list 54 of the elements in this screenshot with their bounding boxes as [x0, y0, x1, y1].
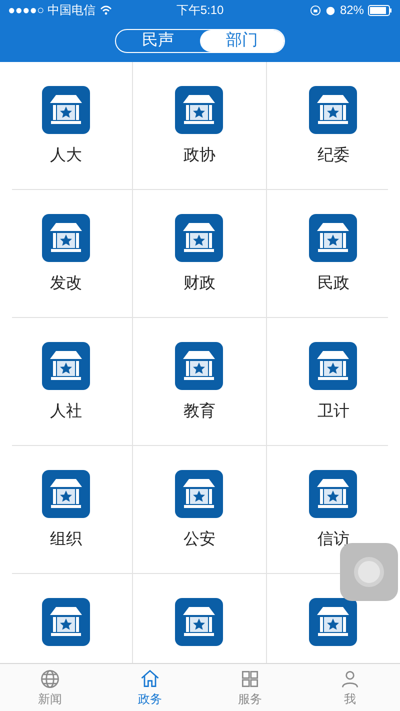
- segment-tab[interactable]: 部门: [200, 30, 284, 52]
- department-item[interactable]: 卫计: [309, 342, 358, 424]
- building-icon: [309, 342, 358, 390]
- building-icon: [175, 470, 224, 518]
- building-icon: [42, 86, 90, 134]
- carrier-label: ●●●●○ 中国电信: [8, 2, 96, 19]
- building-icon: [309, 214, 358, 262]
- department-label: 公安: [183, 530, 216, 550]
- wifi-icon: [100, 5, 112, 15]
- battery-icon: [368, 4, 392, 16]
- department-item[interactable]: 纪委: [309, 86, 358, 168]
- department-item[interactable]: [42, 598, 90, 646]
- building-icon: [175, 86, 224, 134]
- building-icon: [175, 214, 224, 262]
- department-item[interactable]: 人社: [42, 342, 90, 424]
- building-icon: [42, 470, 90, 518]
- department-label: 民政: [317, 274, 350, 294]
- department-label: 信访: [317, 530, 350, 550]
- home-icon: [139, 668, 161, 690]
- building-icon: [175, 342, 224, 390]
- department-item[interactable]: 财政: [175, 214, 224, 296]
- department-item[interactable]: [309, 598, 358, 646]
- department-item[interactable]: 民政: [309, 214, 358, 296]
- department-label: 财政: [183, 274, 216, 294]
- department-item[interactable]: 组织: [42, 470, 90, 552]
- department-label: 发改: [50, 274, 82, 294]
- department-item[interactable]: 公安: [175, 470, 224, 552]
- department-item[interactable]: 发改: [42, 214, 90, 296]
- department-label: 人社: [50, 402, 82, 422]
- building-icon: [309, 598, 358, 646]
- department-label: 人大: [50, 146, 82, 166]
- department-label: 卫计: [317, 402, 350, 422]
- building-icon: [42, 598, 90, 646]
- lock-rotation-icon: [310, 4, 321, 16]
- building-icon: [42, 342, 90, 390]
- globe-icon: [39, 668, 61, 690]
- tab-bar-item[interactable]: 政务: [100, 664, 200, 711]
- department-item[interactable]: [175, 598, 224, 646]
- building-icon: [42, 214, 90, 262]
- department-item[interactable]: 政协: [175, 86, 224, 168]
- department-label: 政协: [183, 146, 216, 166]
- building-icon: [309, 470, 358, 518]
- department-item[interactable]: 人大: [42, 86, 90, 168]
- segment-tab[interactable]: 民声: [116, 30, 200, 52]
- building-icon: [309, 86, 358, 134]
- status-time: 下午5:10: [176, 2, 224, 19]
- department-item[interactable]: 教育: [175, 342, 224, 424]
- department-label: 纪委: [317, 146, 350, 166]
- department-label: 组织: [50, 530, 82, 550]
- department-item[interactable]: 信访: [309, 470, 358, 552]
- department-label: 教育: [183, 401, 216, 422]
- battery-percent: 82%: [340, 2, 364, 19]
- alarm-icon: [324, 4, 336, 16]
- building-icon: [175, 598, 224, 646]
